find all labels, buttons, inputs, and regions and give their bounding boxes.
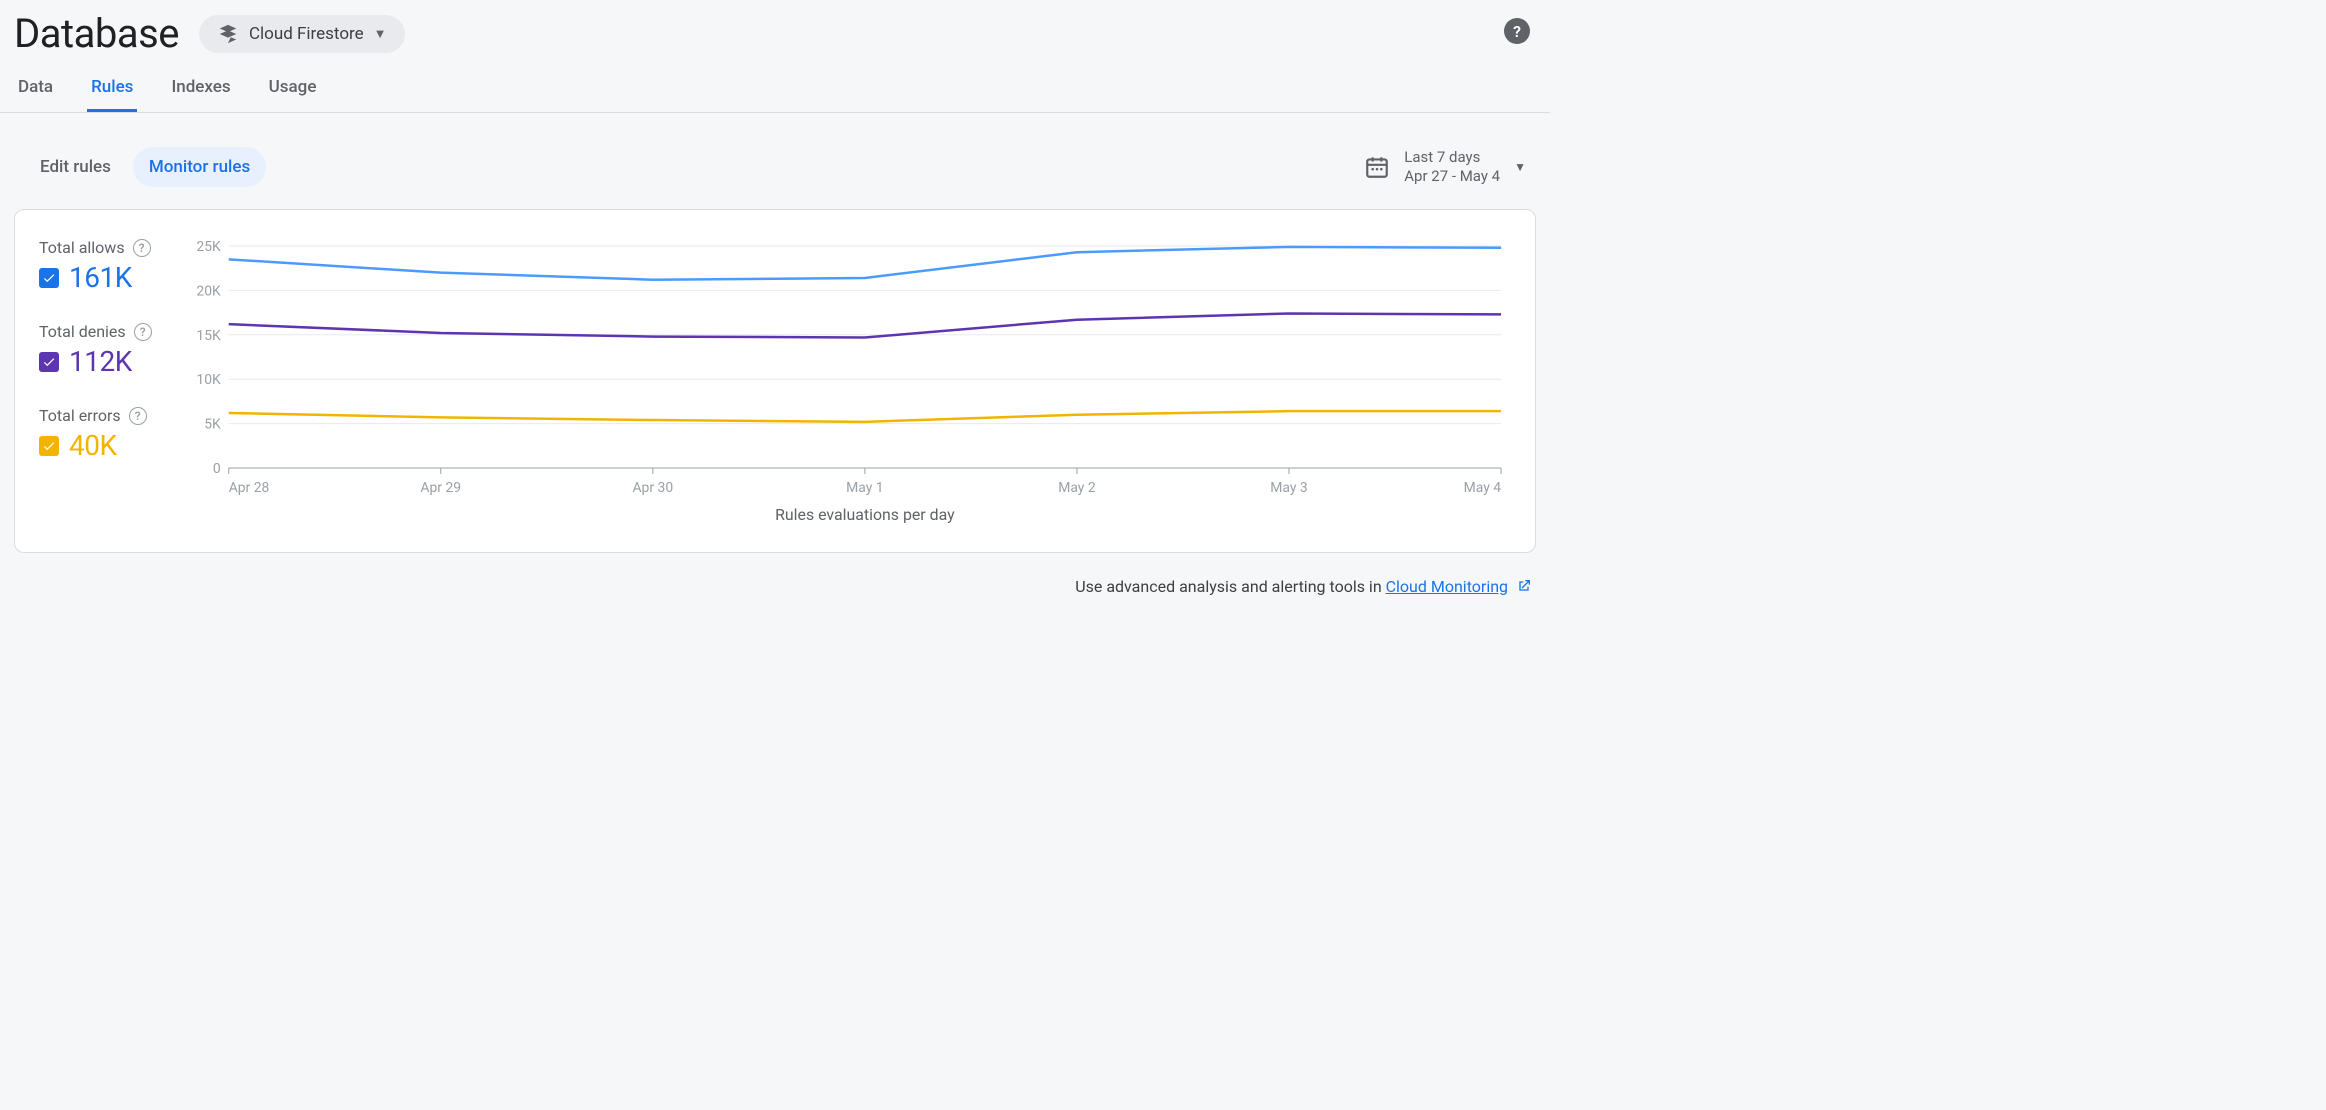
external-link-icon xyxy=(1516,578,1532,594)
database-selector[interactable]: Cloud Firestore ▼ xyxy=(199,15,405,53)
svg-text:25K: 25K xyxy=(196,239,221,255)
date-range-value: Apr 27 - May 4 xyxy=(1404,167,1500,186)
help-icon[interactable]: ? xyxy=(134,323,152,341)
svg-text:Apr 28: Apr 28 xyxy=(229,480,270,496)
chevron-down-icon: ▼ xyxy=(374,26,387,42)
main-tabs: Data Rules Indexes Usage xyxy=(0,57,1550,113)
database-selector-label: Cloud Firestore xyxy=(249,24,364,44)
rules-evaluations-chart: 0 5K 10K 15K 20K 25K Apr 28 Apr 29 Apr 30 May 1 Ma… xyxy=(179,238,1511,528)
help-icon[interactable]: ? xyxy=(129,407,147,425)
legend-checkbox[interactable] xyxy=(39,436,59,456)
help-button[interactable]: ? xyxy=(1504,18,1530,44)
tab-indexes[interactable]: Indexes xyxy=(167,77,234,112)
tab-data[interactable]: Data xyxy=(14,77,57,112)
svg-text:May 1: May 1 xyxy=(846,480,883,496)
svg-text:Apr 30: Apr 30 xyxy=(632,480,673,496)
svg-text:Rules evaluations per day: Rules evaluations per day xyxy=(775,505,955,524)
legend-label: Total denies xyxy=(39,322,126,341)
svg-text:Apr 29: Apr 29 xyxy=(420,480,461,496)
legend-value: 40K xyxy=(69,429,117,462)
help-icon[interactable]: ? xyxy=(133,239,151,257)
svg-text:15K: 15K xyxy=(196,328,221,344)
cloud-firestore-icon xyxy=(217,23,239,45)
svg-text:0: 0 xyxy=(213,461,221,477)
calendar-icon xyxy=(1364,154,1390,180)
legend-checkbox[interactable] xyxy=(39,268,59,288)
legend-label: Total allows xyxy=(39,238,125,257)
date-range-label: Last 7 days xyxy=(1404,148,1500,167)
legend-label: Total errors xyxy=(39,406,121,425)
sub-tab-monitor-rules[interactable]: Monitor rules xyxy=(133,147,266,187)
svg-text:May 2: May 2 xyxy=(1058,480,1096,496)
legend-item: Total allows ? 161K xyxy=(39,238,179,294)
legend-checkbox[interactable] xyxy=(39,352,59,372)
tab-rules[interactable]: Rules xyxy=(87,77,137,112)
legend-value: 161K xyxy=(69,261,132,294)
chevron-down-icon: ▼ xyxy=(1514,160,1526,174)
footer-note: Use advanced analysis and alerting tools… xyxy=(0,553,1550,596)
svg-text:May 4: May 4 xyxy=(1464,480,1502,496)
svg-text:5K: 5K xyxy=(204,417,221,433)
svg-text:10K: 10K xyxy=(196,372,221,388)
chart-legend: Total allows ? 161K Total denies ? 112K … xyxy=(39,238,179,528)
chart-card: Total allows ? 161K Total denies ? 112K … xyxy=(14,209,1536,553)
legend-item: Total denies ? 112K xyxy=(39,322,179,378)
svg-text:May 3: May 3 xyxy=(1270,480,1307,496)
page-title: Database xyxy=(14,10,179,57)
tab-usage[interactable]: Usage xyxy=(265,77,321,112)
date-range-picker[interactable]: Last 7 days Apr 27 - May 4 ▼ xyxy=(1364,148,1536,186)
svg-text:20K: 20K xyxy=(196,283,221,299)
sub-tab-edit-rules[interactable]: Edit rules xyxy=(24,147,127,187)
legend-value: 112K xyxy=(69,345,132,378)
footer-prefix: Use advanced analysis and alerting tools… xyxy=(1075,577,1385,596)
legend-item: Total errors ? 40K xyxy=(39,406,179,462)
cloud-monitoring-link[interactable]: Cloud Monitoring xyxy=(1386,577,1508,596)
